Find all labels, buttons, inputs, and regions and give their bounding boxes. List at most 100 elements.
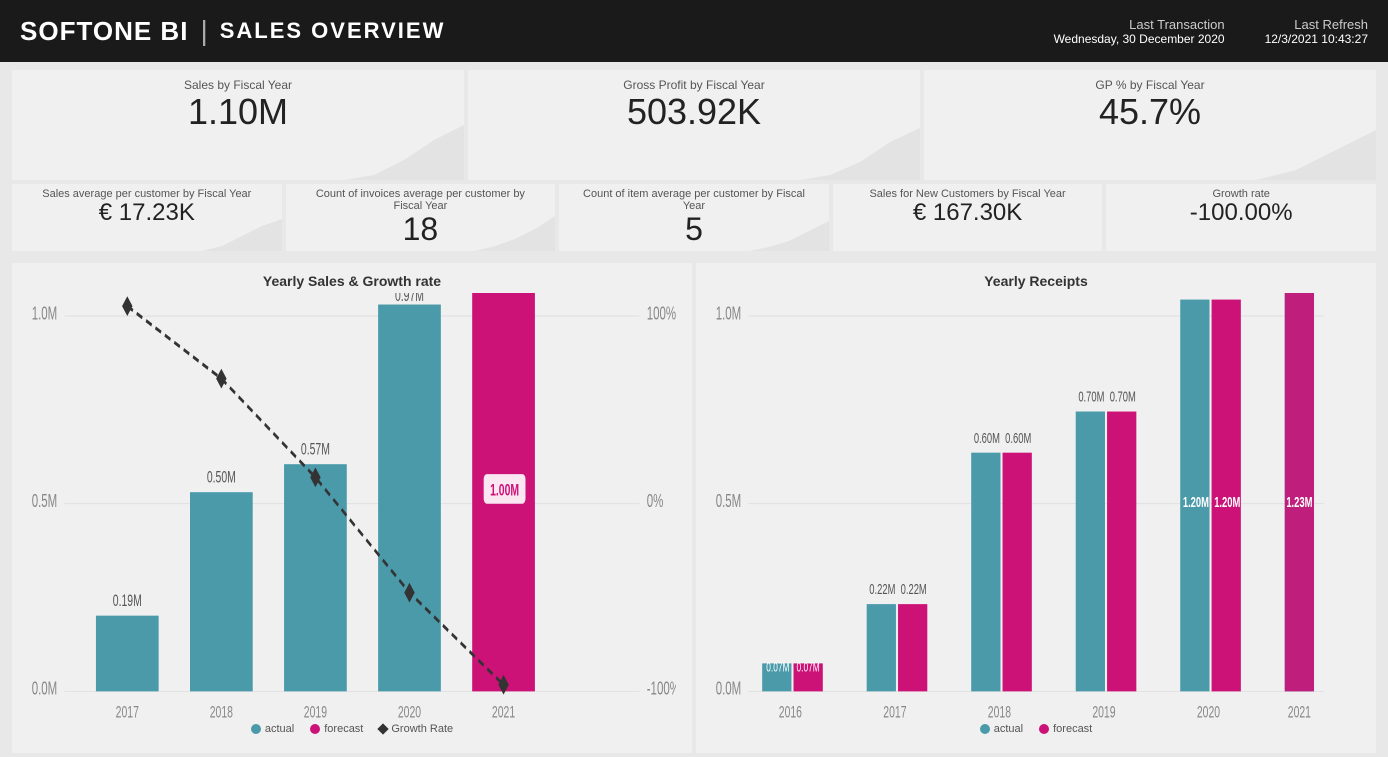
app-header: SOFTONE BI | SALES OVERVIEW Last Transac…: [0, 0, 1388, 62]
r-forecast-dot: [1039, 724, 1049, 734]
kpi-new-cust-value: € 167.30K: [849, 200, 1087, 226]
svg-text:2019: 2019: [1092, 704, 1115, 722]
charts-section: Yearly Sales & Growth rate 1.0M 0.5M 0.0…: [0, 255, 1388, 757]
kpi-item-avg-label: Count of item average per customer by Fi…: [575, 188, 813, 212]
svg-text:0.70M: 0.70M: [1078, 389, 1104, 406]
svg-text:1.20M: 1.20M: [1183, 494, 1209, 511]
legend-r-forecast-label: forecast: [1053, 723, 1092, 735]
bar-r-2018-forecast: [1003, 453, 1032, 692]
brand-name: SOFTONE BI: [20, 16, 188, 47]
bar-2017-actual: [96, 616, 159, 692]
svg-text:1.0M: 1.0M: [716, 304, 742, 324]
svg-text:100%: 100%: [647, 304, 676, 324]
bar-r-2018-actual: [971, 453, 1000, 692]
bar-r-2019-forecast: [1107, 412, 1136, 692]
actual-dot: [251, 724, 261, 734]
svg-text:0%: 0%: [647, 492, 664, 512]
legend-growth: Growth Rate: [379, 723, 453, 735]
chart-right-title: Yearly Receipts: [712, 273, 1360, 289]
svg-text:1.20M: 1.20M: [1183, 293, 1209, 297]
chart-right-legend: actual forecast: [712, 723, 1360, 735]
growth-diamond: [378, 724, 389, 735]
svg-text:1.23M: 1.23M: [1286, 494, 1312, 511]
svg-text:2017: 2017: [116, 704, 139, 722]
bar-r-2017-forecast: [898, 604, 927, 691]
svg-text:0.60M: 0.60M: [974, 430, 1000, 447]
svg-text:2021: 2021: [1288, 704, 1311, 722]
kpi-item-avg: Count of item average per customer by Fi…: [559, 184, 829, 251]
header-divider: |: [200, 15, 207, 47]
last-refresh-label: Last Refresh: [1265, 17, 1368, 32]
legend-forecast: forecast: [310, 723, 363, 735]
bar-r-2019-actual: [1076, 412, 1105, 692]
svg-text:1.20M: 1.20M: [1214, 293, 1240, 297]
svg-text:0.22M: 0.22M: [901, 581, 927, 598]
kpi-section: Sales by Fiscal Year 1.10M Gross Profit …: [0, 62, 1388, 255]
svg-text:0.0M: 0.0M: [32, 679, 58, 699]
last-transaction-value: Wednesday, 30 December 2020: [1054, 32, 1225, 46]
bar-2019-actual: [284, 464, 347, 691]
chart-left-svg: 1.0M 0.5M 0.0M 100% 0% -100% 0.19M 2017 …: [28, 293, 676, 721]
legend-actual-label: actual: [265, 723, 294, 735]
svg-text:1.00M: 1.00M: [490, 481, 519, 499]
svg-text:1.20M: 1.20M: [1214, 494, 1240, 511]
last-refresh-value: 12/3/2021 10:43:27: [1265, 32, 1368, 46]
svg-text:0.19M: 0.19M: [113, 592, 142, 610]
bar-r-2017-actual: [867, 604, 896, 691]
chart-yearly-receipts: Yearly Receipts 1.0M 0.5M 0.0M 0.07M 0.0…: [696, 263, 1376, 753]
svg-text:0.5M: 0.5M: [32, 492, 58, 512]
diamond-2017: [122, 296, 132, 316]
svg-text:0.07M: 0.07M: [766, 661, 789, 675]
svg-text:2018: 2018: [988, 704, 1011, 722]
svg-text:0.50M: 0.50M: [207, 468, 236, 486]
chart-left-title: Yearly Sales & Growth rate: [28, 273, 676, 289]
forecast-dot: [310, 724, 320, 734]
kpi-gp-label: Gross Profit by Fiscal Year: [484, 78, 904, 92]
svg-text:2016: 2016: [779, 704, 802, 722]
legend-r-forecast: forecast: [1039, 723, 1092, 735]
svg-text:2017: 2017: [883, 704, 906, 722]
svg-text:2021: 2021: [492, 704, 515, 722]
svg-text:0.57M: 0.57M: [301, 440, 330, 458]
kpi-sales-fiscal: Sales by Fiscal Year 1.10M: [12, 70, 464, 180]
kpi-gpp-label: GP % by Fiscal Year: [940, 78, 1360, 92]
r-actual-dot: [980, 724, 990, 734]
diamond-2018: [216, 369, 226, 389]
header-left: SOFTONE BI | SALES OVERVIEW: [20, 15, 445, 47]
chart-yearly-sales: Yearly Sales & Growth rate 1.0M 0.5M 0.0…: [12, 263, 692, 753]
kpi-new-customers: Sales for New Customers by Fiscal Year €…: [833, 184, 1103, 251]
svg-text:1.0M: 1.0M: [32, 304, 58, 324]
last-refresh: Last Refresh 12/3/2021 10:43:27: [1265, 17, 1368, 46]
kpi-growth-value: -100.00%: [1122, 200, 1360, 226]
svg-text:0.97M: 0.97M: [395, 293, 424, 305]
kpi-row-1: Sales by Fiscal Year 1.10M Gross Profit …: [12, 70, 1376, 180]
svg-text:2018: 2018: [210, 704, 233, 722]
kpi-invoices-avg: Count of invoices average per customer b…: [286, 184, 556, 251]
last-transaction-label: Last Transaction: [1054, 17, 1225, 32]
chart-right-area: 1.0M 0.5M 0.0M 0.07M 0.07M 2016 0.22M 0.…: [712, 293, 1360, 721]
header-meta: Last Transaction Wednesday, 30 December …: [1054, 17, 1368, 46]
svg-text:2020: 2020: [398, 704, 421, 722]
chart-right-svg: 1.0M 0.5M 0.0M 0.07M 0.07M 2016 0.22M 0.…: [712, 293, 1360, 721]
svg-text:0.0M: 0.0M: [716, 679, 742, 699]
legend-r-actual: actual: [980, 723, 1023, 735]
page-title: SALES OVERVIEW: [220, 18, 446, 44]
kpi-sales-label: Sales by Fiscal Year: [28, 78, 448, 92]
last-transaction: Last Transaction Wednesday, 30 December …: [1054, 17, 1225, 46]
svg-text:0.70M: 0.70M: [1110, 389, 1136, 406]
kpi-gp-percent: GP % by Fiscal Year 45.7%: [924, 70, 1376, 180]
svg-text:-100%: -100%: [647, 679, 676, 699]
kpi-avg-customer: Sales average per customer by Fiscal Yea…: [12, 184, 282, 251]
legend-growth-label: Growth Rate: [391, 723, 453, 735]
svg-text:0.07M: 0.07M: [797, 661, 820, 675]
legend-r-actual-label: actual: [994, 723, 1023, 735]
svg-text:0.5M: 0.5M: [716, 492, 742, 512]
bar-2020-actual: [378, 305, 441, 692]
svg-text:2020: 2020: [1197, 704, 1220, 722]
svg-text:0.22M: 0.22M: [869, 581, 895, 598]
chart-left-legend: actual forecast Growth Rate: [28, 723, 676, 735]
kpi-row-2: Sales average per customer by Fiscal Yea…: [12, 184, 1376, 251]
bar-2018-actual: [190, 492, 253, 691]
chart-left-area: 1.0M 0.5M 0.0M 100% 0% -100% 0.19M 2017 …: [28, 293, 676, 721]
svg-text:2019: 2019: [304, 704, 327, 722]
